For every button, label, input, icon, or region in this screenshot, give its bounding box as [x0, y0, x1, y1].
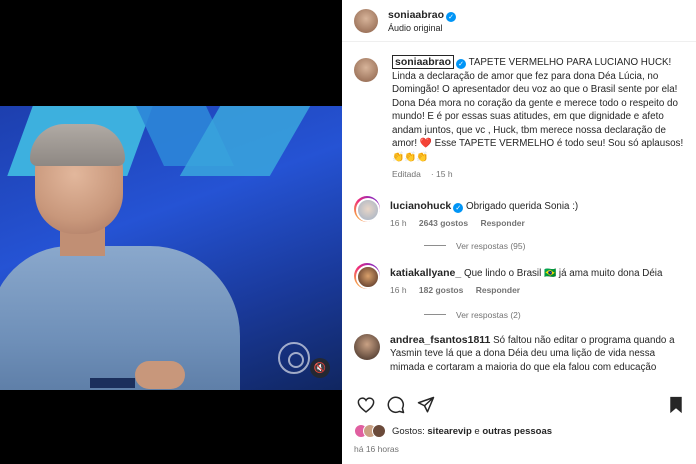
comment-time: 16 h — [390, 285, 407, 295]
mute-icon[interactable]: 🔇 — [310, 358, 330, 378]
comment-likes[interactable]: 2643 gostos — [419, 218, 468, 228]
likes-others[interactable]: outras pessoas — [482, 426, 552, 437]
likes-conj: e — [474, 425, 480, 437]
avatar — [372, 424, 386, 438]
view-replies-label[interactable]: Ver respostas (95) — [456, 241, 525, 251]
video-pane[interactable]: 🔇 — [0, 0, 342, 464]
likers-avatars — [354, 424, 386, 438]
comment-username[interactable]: katiakallyane_ — [390, 267, 461, 279]
caption-text: TAPETE VERMELHO PARA LUCIANO HUCK! Linda… — [392, 57, 684, 163]
comment-time: 16 h — [390, 218, 407, 228]
comment-item: lucianohuck ✓ Obrigado querida Sonia :) 1… — [342, 195, 696, 231]
post-header: soniaabrao ✓ Áudio original — [342, 0, 696, 42]
avatar[interactable] — [354, 262, 380, 289]
view-replies-label[interactable]: Ver respostas (2) — [456, 310, 521, 320]
comments-list[interactable]: soniaabrao ✓ TAPETE VERMELHO PARA LUCIANO… — [342, 42, 696, 386]
comment-text: Obrigado querida Sonia :) — [466, 200, 579, 212]
avatar[interactable] — [354, 333, 380, 360]
person-shirt — [0, 246, 240, 390]
reply-button[interactable]: Responder — [476, 285, 520, 295]
verified-icon: ✓ — [446, 11, 457, 22]
comment-username[interactable]: lucianohuck — [390, 200, 451, 212]
caption-username[interactable]: soniaabrao — [392, 55, 455, 69]
person-hair — [30, 124, 125, 166]
comment-username[interactable]: andrea_fsantos1811 — [390, 334, 490, 346]
action-bar — [342, 390, 696, 420]
comment-text: Que lindo o Brasil 🇧🇷 já ama muito dona … — [463, 267, 663, 279]
heart-icon[interactable] — [354, 395, 378, 415]
avatar[interactable] — [354, 8, 378, 33]
audio-label[interactable]: Áudio original — [388, 23, 456, 33]
caption: soniaabrao ✓ TAPETE VERMELHO PARA LUCIANO… — [342, 42, 696, 182]
avatar[interactable] — [354, 195, 380, 222]
post-time: há 16 horas — [354, 444, 399, 454]
post-username[interactable]: soniaabrao — [388, 9, 444, 21]
comment-item: andrea_fsantos1811 Só faltou não editar … — [342, 333, 696, 375]
tv-channel-logo — [278, 342, 310, 374]
card-in-hand — [90, 378, 135, 388]
post-side-panel: soniaabrao ✓ Áudio original soniaabrao ✓ T… — [342, 0, 696, 464]
comment-likes[interactable]: 182 gostos — [419, 285, 463, 295]
caption-time: 15 h — [436, 169, 453, 179]
person-hand — [135, 361, 185, 389]
edited-label: Editada — [392, 169, 421, 179]
verified-icon: ✓ — [456, 59, 467, 69]
view-replies-button[interactable]: Ver respostas (95) — [424, 241, 696, 251]
view-replies-button[interactable]: Ver respostas (2) — [424, 310, 696, 320]
reply-button[interactable]: Responder — [480, 218, 524, 228]
video-frame[interactable] — [0, 106, 342, 390]
verified-icon: ✓ — [453, 202, 464, 213]
share-icon[interactable] — [414, 395, 438, 415]
bookmark-icon[interactable] — [664, 395, 688, 415]
comment-icon[interactable] — [384, 395, 408, 415]
likes-prefix: Gostos: — [392, 425, 425, 437]
likes-summary: Gostos: sitearevip e outras pessoas — [354, 424, 552, 438]
avatar[interactable] — [354, 58, 378, 82]
comment-item: katiakallyane_ Que lindo o Brasil 🇧🇷 já … — [342, 262, 696, 298]
likes-user[interactable]: sitearevip — [427, 426, 471, 437]
